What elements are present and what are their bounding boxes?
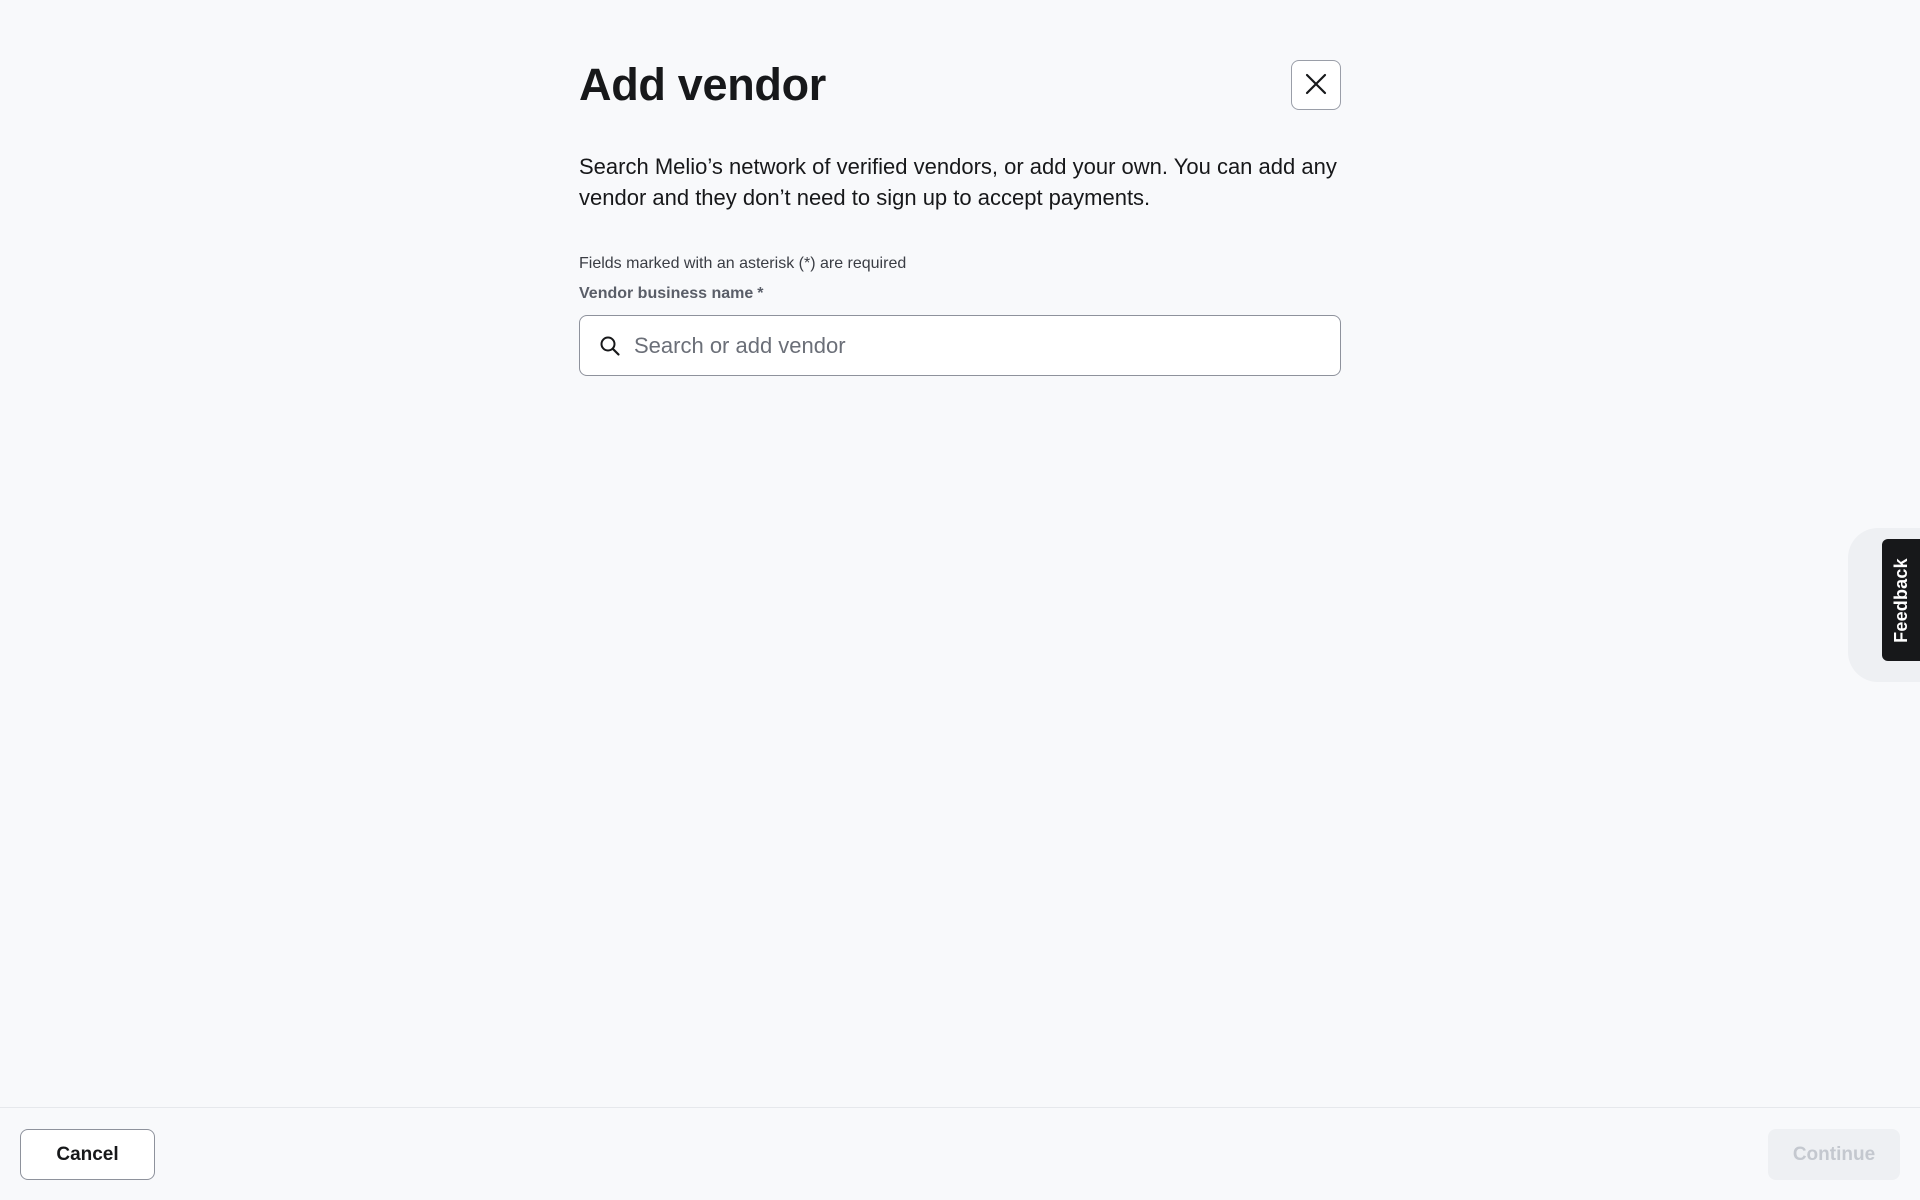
vendor-search-field[interactable] (579, 315, 1341, 376)
feedback-button[interactable]: Feedback (1882, 539, 1920, 661)
modal-footer: Cancel Continue (0, 1107, 1920, 1200)
field-label-text: Vendor business name (579, 285, 754, 302)
close-icon (1304, 72, 1328, 99)
required-asterisk: * (757, 285, 764, 302)
required-fields-note: Fields marked with an asterisk (*) are r… (579, 255, 907, 272)
modal-header: Add vendor (579, 0, 1341, 110)
vendor-business-name-label: Vendor business name * (579, 284, 764, 304)
continue-button[interactable]: Continue (1768, 1129, 1900, 1180)
modal-description: Search Melio’s network of verified vendo… (579, 154, 1337, 210)
add-vendor-modal: Add vendor Search Melio’s network of ver… (579, 0, 1341, 376)
vendor-search-input[interactable] (632, 315, 1340, 376)
cancel-button[interactable]: Cancel (20, 1129, 155, 1180)
feedback-label: Feedback (1890, 557, 1911, 643)
search-icon (598, 334, 622, 358)
close-button[interactable] (1291, 60, 1341, 110)
page-title: Add vendor (579, 59, 827, 110)
